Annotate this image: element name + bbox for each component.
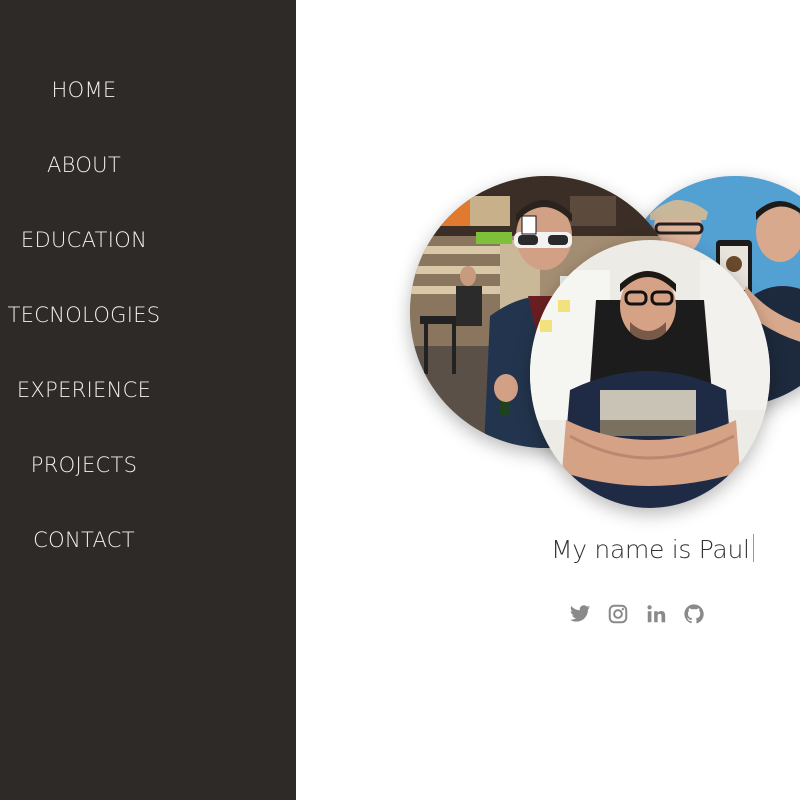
nav-item-technologies[interactable]: TECNOLOGIES: [0, 301, 168, 329]
github-icon[interactable]: [683, 603, 705, 625]
sidebar: HOME ABOUT EDUCATION TECNOLOGIES EXPERIE…: [0, 0, 296, 800]
nav-item-experience[interactable]: EXPERIENCE: [0, 376, 168, 404]
photo-portrait: [530, 240, 770, 508]
intro-heading: My name is Paul: [551, 534, 754, 568]
social-links: [569, 603, 705, 627]
typing-cursor: [752, 534, 754, 562]
nav-item-about[interactable]: ABOUT: [0, 151, 168, 179]
nav-item-education[interactable]: EDUCATION: [0, 226, 168, 254]
intro-name-text: My name is Paul: [551, 535, 750, 564]
linkedin-icon[interactable]: [645, 603, 667, 625]
main-nav: HOME ABOUT EDUCATION TECNOLOGIES EXPERIE…: [0, 0, 168, 800]
nav-item-home[interactable]: HOME: [0, 76, 168, 104]
nav-item-contact[interactable]: CONTACT: [0, 526, 168, 554]
nav-item-projects[interactable]: PROJECTS: [0, 451, 168, 479]
page: HOME ABOUT EDUCATION TECNOLOGIES EXPERIE…: [0, 0, 800, 800]
instagram-icon[interactable]: [607, 603, 629, 625]
twitter-icon[interactable]: [569, 603, 591, 625]
